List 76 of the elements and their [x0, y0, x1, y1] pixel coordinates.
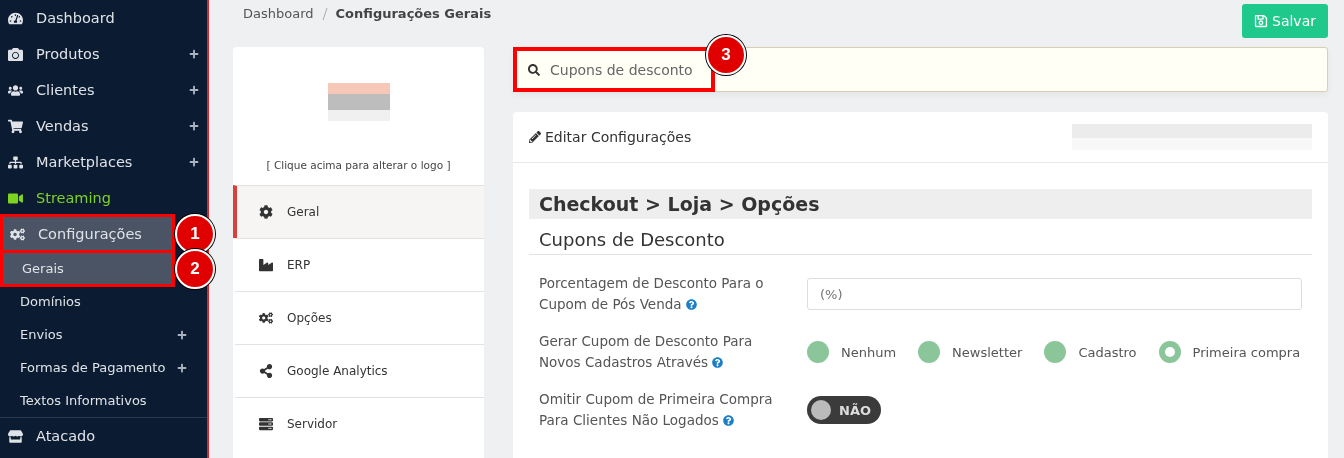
sidebar-label: Streaming: [36, 190, 111, 206]
radio-button[interactable]: [807, 341, 829, 363]
plus-icon[interactable]: [177, 329, 187, 340]
sidebar-label: Dashboard: [36, 10, 115, 26]
sidebar-label: Marketplaces: [36, 154, 133, 170]
radio-button[interactable]: [1158, 341, 1181, 363]
radio-button[interactable]: [1044, 341, 1067, 363]
sidebar-item[interactable]: Atacado: [0, 417, 207, 454]
sidebar-item[interactable]: Formas de Pagamento: [0, 351, 207, 384]
sidebar-item[interactable]: Configurações: [2, 216, 173, 252]
field-label: Omitir Cupom de Primeira Compra Para Clientes Não Logados: [539, 390, 774, 430]
search-icon: [528, 63, 540, 76]
sitemap-icon: [8, 154, 26, 170]
users-icon: [8, 82, 26, 98]
sidebar-item[interactable]: Vendas: [0, 108, 207, 144]
percent-input[interactable]: (%): [807, 278, 1302, 310]
plus-icon[interactable]: [177, 362, 187, 373]
section-title: Cupons de Desconto: [529, 219, 1312, 255]
sidebar-label: Vendas: [36, 118, 89, 134]
help-icon[interactable]: [685, 299, 697, 310]
camera-icon: [8, 46, 26, 62]
help-icon[interactable]: [722, 415, 734, 426]
sidebar-label: Configurações: [38, 226, 142, 242]
sidebar-item[interactable]: Gerais: [2, 252, 173, 285]
gears-icon: [10, 226, 28, 242]
sidebar-label: Envios: [20, 327, 63, 342]
server-icon: [259, 417, 273, 431]
radio-option[interactable]: Primeira compra: [1158, 341, 1301, 363]
sidebar-label: Domínios: [20, 294, 81, 309]
sidebar-item[interactable]: Marketplaces: [0, 144, 207, 180]
settings-menu-item[interactable]: Geral: [233, 185, 484, 238]
sidebar-label: Produtos: [36, 46, 100, 62]
toggle-switch[interactable]: NÃO: [807, 396, 881, 424]
sidebar-item[interactable]: Clientes: [0, 72, 207, 108]
share-icon: [259, 364, 273, 378]
sidebar-item[interactable]: Dashboard: [0, 0, 207, 36]
gears-icon: [259, 311, 273, 325]
sidebar-item[interactable]: Textos Informativos: [0, 384, 207, 417]
breadcrumb-link[interactable]: Dashboard: [243, 6, 314, 21]
sidebar-label: Gerais: [22, 261, 64, 276]
field-label: Porcentagem de Desconto Para o Cupom de Pós Venda: [539, 274, 765, 314]
radio-label: Nenhum: [841, 344, 897, 360]
gear-icon: [259, 205, 273, 219]
sidebar-label: Formas de Pagamento: [20, 360, 166, 375]
factory-icon: [259, 258, 273, 272]
step-badge: 2: [175, 248, 215, 289]
sidebar-label: Atacado: [36, 428, 96, 444]
radio-option[interactable]: Newsletter: [918, 341, 1023, 363]
pencil-icon: [529, 131, 541, 143]
radio-label: Primeira compra: [1192, 344, 1301, 360]
radio-label: Newsletter: [952, 344, 1023, 360]
radio-option[interactable]: Nenhum: [807, 341, 897, 363]
breadcrumb-current: Configurações Gerais: [335, 6, 492, 21]
plus-icon[interactable]: [189, 157, 199, 167]
settings-path: Checkout > Loja > Opções: [529, 189, 1312, 219]
radio-option[interactable]: Cadastro: [1044, 341, 1137, 363]
store-icon: [8, 428, 26, 444]
sidebar-label: Clientes: [36, 82, 95, 98]
radio-label: Cadastro: [1078, 344, 1137, 360]
sidebar-item[interactable]: Envios: [0, 318, 207, 351]
help-icon[interactable]: [712, 357, 724, 368]
cart-icon: [8, 118, 26, 134]
plus-icon[interactable]: [189, 121, 199, 131]
radio-button[interactable]: [918, 341, 941, 363]
card-title: Editar Configurações: [545, 129, 692, 145]
step-badge: 3: [706, 34, 746, 75]
gauge-icon: [8, 10, 26, 26]
sidebar-item[interactable]: Produtos: [0, 36, 207, 72]
sidebar-item[interactable]: Streaming: [0, 180, 207, 216]
sidebar-label: Textos Informativos: [20, 393, 147, 408]
logo-hint: [ Clique acima para alterar o logo ]: [266, 159, 451, 171]
plus-icon[interactable]: [189, 85, 199, 95]
slash-separator-icon: [321, 7, 328, 20]
field-label: Gerar Cupom de Desconto Para Novos Cadastros Através: [539, 332, 754, 372]
plus-icon[interactable]: [189, 49, 199, 59]
save-icon: [1254, 14, 1268, 28]
